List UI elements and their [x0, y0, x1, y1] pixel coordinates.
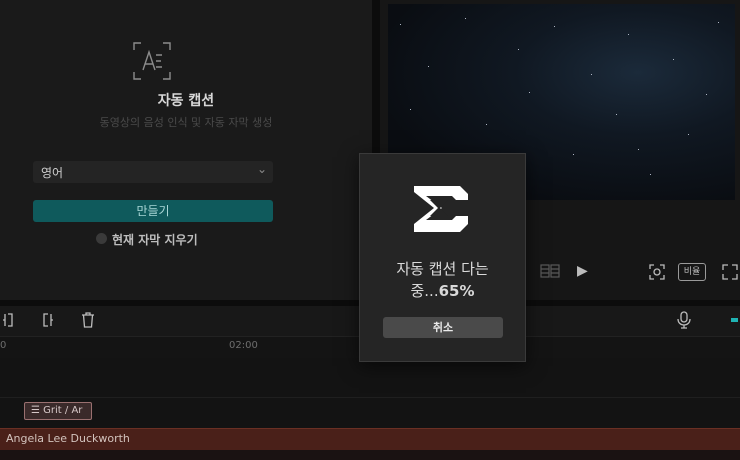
audio-clip-label: Angela Lee Duckworth: [6, 432, 130, 445]
delete-icon[interactable]: [80, 312, 96, 328]
cancel-button[interactable]: 취소: [383, 317, 503, 338]
chevron-down-icon: ⌄: [256, 162, 267, 176]
ruler-tick-label: 0: [0, 340, 7, 351]
track-footer: [0, 450, 740, 460]
caption-clip-label: Grit / Ar: [43, 405, 83, 416]
timeline-marker: [731, 318, 738, 322]
caption-panel-description: 동영상의 음성 인식 및 자동 자막 생성: [99, 116, 273, 129]
progress-status-text: 자동 캡션 다는: [396, 260, 489, 278]
microphone-icon[interactable]: [676, 311, 692, 329]
audio-clip[interactable]: Angela Lee Duckworth: [0, 428, 740, 450]
progress-message: 자동 캡션 다는 중...65%: [359, 258, 526, 302]
fullscreen-icon[interactable]: [649, 264, 665, 280]
play-icon[interactable]: ▶: [577, 263, 588, 279]
split-left-icon[interactable]: [2, 312, 16, 328]
ruler-tick-label: 02:00: [229, 340, 258, 351]
progress-prefix: 중...: [410, 282, 439, 300]
aspect-ratio-button[interactable]: 비율: [678, 263, 706, 281]
clear-current-subtitles-label: 현재 자막 지우기: [112, 233, 198, 247]
grid-icon[interactable]: [540, 264, 560, 278]
caption-clip[interactable]: ☰ Grit / Ar: [24, 402, 92, 420]
split-right-icon[interactable]: [40, 312, 54, 328]
caption-panel-title: 자동 캡션: [157, 93, 215, 109]
caption-clip-icon: ☰: [31, 405, 44, 416]
track-separator: [0, 397, 740, 398]
auto-caption-panel: [0, 0, 372, 300]
auto-caption-icon: [133, 42, 171, 80]
progress-percent: 65%: [438, 282, 475, 300]
language-select-value: 영어: [41, 166, 64, 180]
create-captions-button[interactable]: 만들기: [33, 200, 273, 222]
capcut-logo-icon: [414, 186, 468, 232]
clear-current-subtitles-checkbox[interactable]: [96, 233, 107, 244]
expand-icon[interactable]: [722, 264, 738, 280]
language-select[interactable]: 영어 ⌄: [33, 161, 273, 183]
